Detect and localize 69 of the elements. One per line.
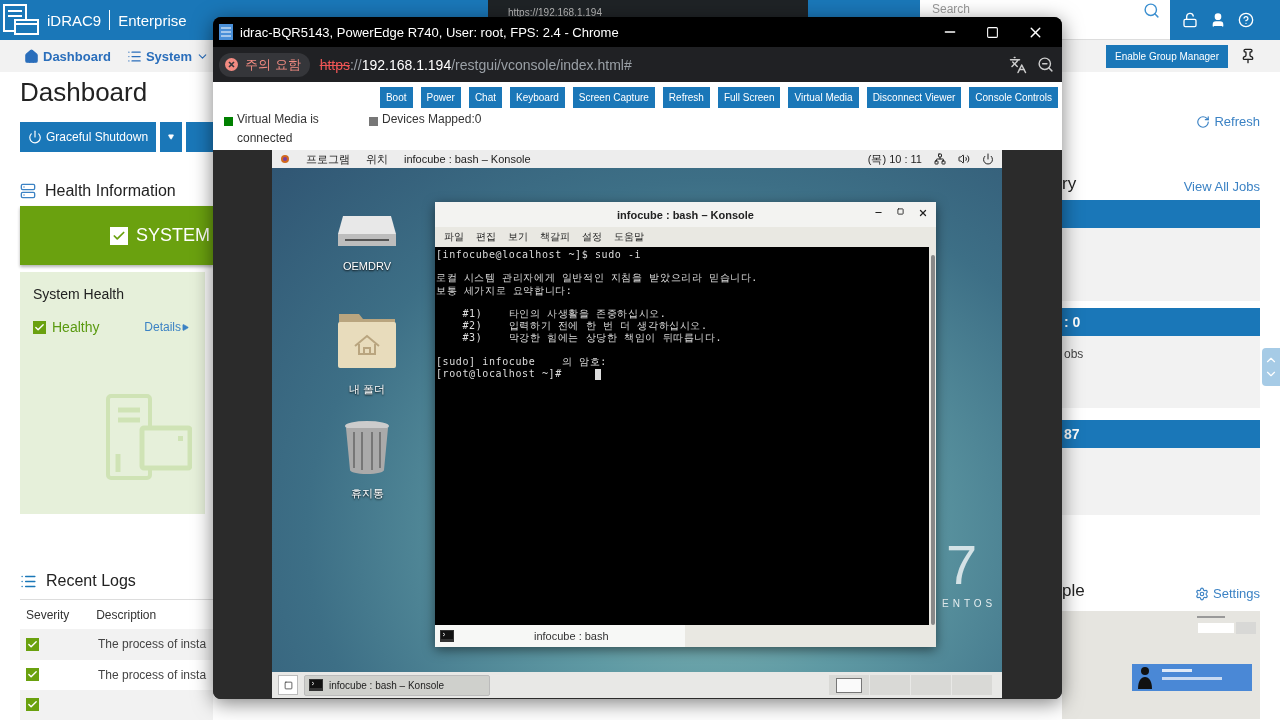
console-button[interactable]: Refresh — [662, 87, 710, 108]
status-text: Devices Mapped:0 — [382, 111, 482, 128]
banner-text: SYSTEM — [136, 225, 210, 247]
panel-menu-item[interactable]: 위치 — [366, 151, 388, 167]
search-field[interactable]: Search — [932, 2, 978, 16]
menu-item[interactable]: 도움말 — [614, 230, 644, 244]
address-text[interactable]: https://192.168.1.194/restgui/vconsole/index.html# — [319, 56, 999, 73]
clock[interactable]: (목) 10 : 11 — [867, 151, 922, 167]
panel-title: System Health — [33, 286, 126, 303]
wallpaper-logo-text: ENTOS — [942, 598, 997, 609]
console-button[interactable]: Power — [420, 87, 461, 108]
menu-item[interactable]: 설정 — [582, 230, 602, 244]
terminal-tab[interactable]: infocube : bash — [435, 625, 685, 647]
product-name: iDRAC9 — [47, 11, 102, 29]
shutdown-button[interactable]: Graceful Shutdown — [20, 122, 157, 152]
group-manager-button[interactable]: Enable Group Manager — [1106, 44, 1228, 68]
console-button[interactable]: Console Controls — [969, 87, 1058, 108]
section-title: Health Information — [45, 182, 176, 200]
console-button[interactable]: Full Screen — [717, 87, 781, 108]
panel-header: 87 — [1062, 420, 1260, 448]
details-link[interactable]: Details — [144, 320, 189, 335]
section-title: ple — [1062, 581, 1085, 601]
menu-item[interactable]: 파일 — [444, 230, 464, 244]
security-label: 주의 요함 — [245, 55, 301, 74]
terminal-line: #2) 입력하기 전에 한 번 더 생각하십시오. — [461, 320, 708, 332]
table-cell: The process of insta — [98, 637, 207, 652]
console-button[interactable]: Keyboard — [510, 87, 565, 108]
desktop-icon-label[interactable]: OEMDRV — [342, 260, 392, 272]
window-title: idrac-BQR5143, PowerEdge R740, User: root, FPS: 2.4 - Chrome — [240, 24, 619, 40]
refresh-link[interactable]: Refresh — [1196, 114, 1260, 129]
panel-header: : 0 — [1062, 308, 1260, 336]
console-button[interactable]: Screen Capture — [572, 87, 655, 108]
security-chip[interactable]: 주의 요함 — [219, 52, 310, 77]
terminal-line: 로컬 시스템 관리자에게 일반적인 지침을 받았으리라 믿습니다. — [436, 272, 758, 284]
terminal-line: [sudo] infocube 의 암호: — [436, 355, 607, 367]
desktop-icon-label[interactable]: 휴지통 — [350, 486, 384, 501]
menu-item[interactable]: 보기 — [508, 230, 528, 244]
menu-item[interactable]: 책갈피 — [540, 230, 570, 244]
terminal-line: #1) 타인의 사생활을 존중하십시오. — [461, 307, 667, 319]
panel-menu-item[interactable]: 프로그램 — [306, 151, 350, 167]
console-button[interactable]: Boot — [379, 87, 413, 108]
health-status: Healthy — [52, 319, 100, 336]
console-button[interactable]: Virtual Media — [788, 87, 859, 108]
section-title: ry — [1062, 174, 1077, 194]
column-header: Description — [96, 607, 158, 622]
active-app-label: infocube : bash – Konsole — [404, 153, 531, 165]
wallpaper-logo-numeral: 7 — [946, 535, 978, 595]
table-cell: The process of insta — [98, 667, 207, 682]
panel-text: obs — [1063, 346, 1085, 361]
menu-item[interactable]: 편집 — [476, 230, 496, 244]
url-text: https://192.168.1.194 — [508, 7, 602, 18]
window-title: infocube : bash – Konsole — [617, 208, 754, 221]
nav-item[interactable]: System — [126, 48, 210, 64]
page-title: Dashboard — [20, 76, 149, 108]
nav-item[interactable]: Dashboard — [24, 48, 111, 64]
console-button[interactable]: Chat — [468, 87, 502, 108]
terminal-line: [root@localhost ~]# — [436, 368, 563, 380]
terminal-line: 보통 세가지로 요약합니다: — [436, 284, 573, 296]
status-text: Virtual Media is connected — [237, 111, 320, 147]
desktop-icon-label[interactable]: 내 폴더 — [348, 382, 386, 397]
column-header: Severity — [25, 607, 71, 622]
terminal-line: [infocube@localhost ~]$ sudo -i — [436, 249, 642, 260]
view-jobs-link[interactable]: View All Jobs — [1183, 179, 1260, 194]
terminal-line: #3) 막강한 힘에는 상당한 책임이 뒤따릅니다. — [461, 332, 723, 344]
console-button[interactable]: Disconnect Viewer — [866, 87, 962, 108]
taskbar-button[interactable]: infocube : bash – Konsole — [304, 674, 490, 696]
product-edition: Enterprise — [118, 11, 187, 29]
settings-link[interactable]: Settings — [1195, 586, 1260, 601]
section-title: Recent Logs — [46, 572, 136, 591]
